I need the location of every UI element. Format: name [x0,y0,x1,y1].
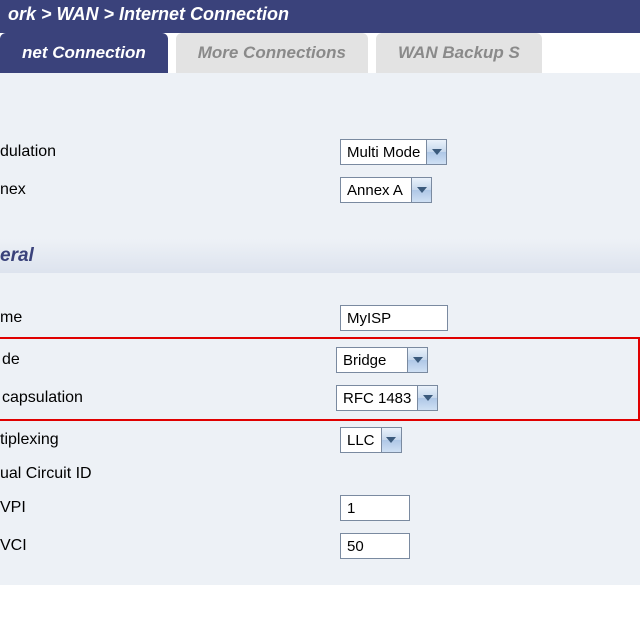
select-annex[interactable]: Annex A [340,177,432,203]
label-modulation: dulation [0,143,340,161]
select-modulation[interactable]: Multi Mode [340,139,447,165]
label-mode: de [2,351,336,369]
input-vpi[interactable] [340,495,410,521]
label-virtual-circuit-id: ual Circuit ID [0,465,340,483]
tab-bar: net Connection More Connections WAN Back… [0,33,640,73]
select-modulation-value: Multi Mode [341,140,426,164]
label-vpi: VPI [0,499,340,517]
section-general-heading: eral [0,239,640,273]
chevron-down-icon [411,178,431,202]
tab-wan-backup[interactable]: WAN Backup S [376,33,542,73]
select-annex-value: Annex A [341,178,411,202]
select-multiplexing-value: LLC [341,428,381,452]
select-mode[interactable]: Bridge [336,347,428,373]
input-name[interactable] [340,305,448,331]
chevron-down-icon [426,140,446,164]
select-mode-value: Bridge [337,348,407,372]
select-encapsulation-value: RFC 1483 [337,386,417,410]
chevron-down-icon [407,348,427,372]
label-annex: nex [0,181,340,199]
settings-panel: dulation Multi Mode nex Annex A eral me [0,73,640,585]
label-encapsulation: capsulation [2,389,336,407]
chevron-down-icon [381,428,401,452]
input-vci[interactable] [340,533,410,559]
label-multiplexing: tiplexing [0,431,340,449]
breadcrumb: ork > WAN > Internet Connection [0,0,640,33]
select-multiplexing[interactable]: LLC [340,427,402,453]
label-name: me [0,309,340,327]
tab-more-connections[interactable]: More Connections [176,33,368,73]
label-vci: VCI [0,537,340,555]
select-encapsulation[interactable]: RFC 1483 [336,385,438,411]
highlight-box: de Bridge capsulation RFC 1483 [0,337,640,421]
tab-internet-connection[interactable]: net Connection [0,33,168,73]
chevron-down-icon [417,386,437,410]
